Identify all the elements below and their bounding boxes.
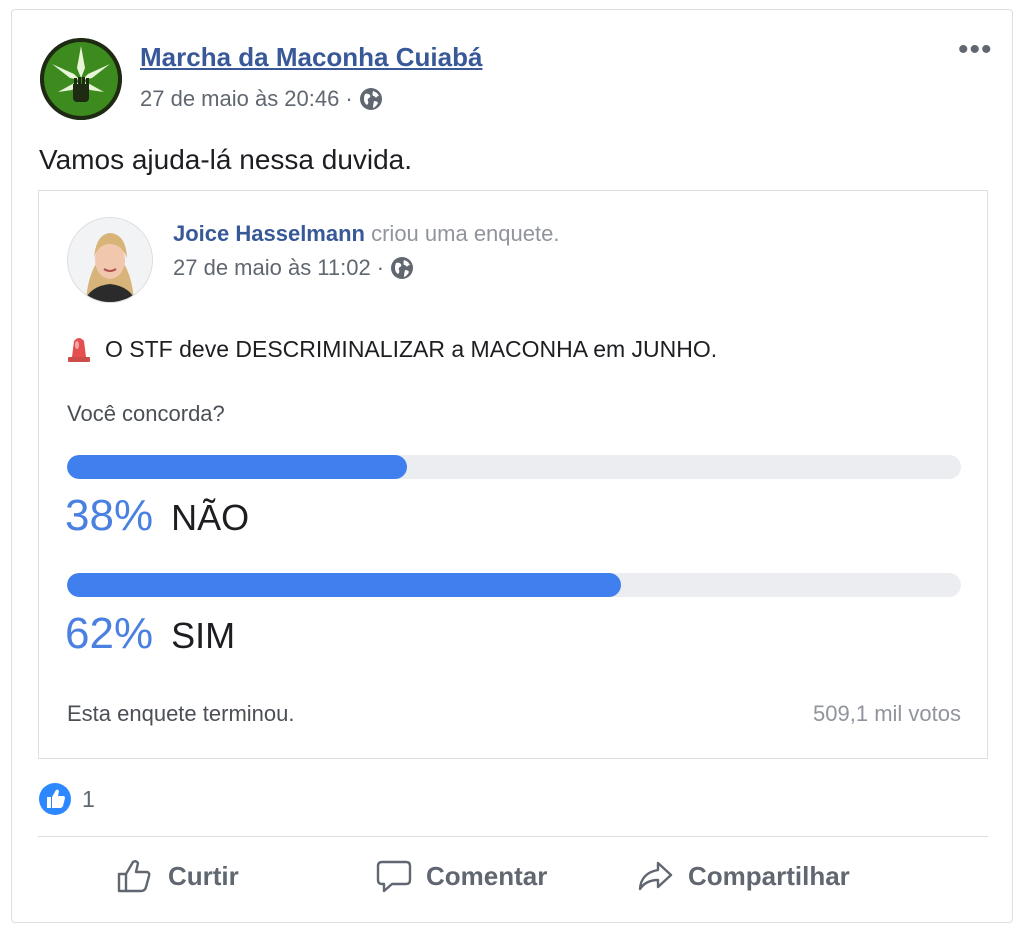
author-avatar[interactable]	[67, 217, 153, 303]
poll-author-line: Joice Hasselmann criou uma enquete.	[173, 221, 559, 247]
poll-option-nao: 38% NÃO	[65, 491, 249, 541]
poll-option-label: NÃO	[171, 497, 250, 538]
post-text: Vamos ajuda-lá nessa duvida.	[39, 144, 413, 175]
share-button-label: Compartilhar	[688, 860, 850, 891]
share-arrow-icon	[638, 861, 673, 891]
poll-timestamp[interactable]: 27 de maio às 11:02	[173, 255, 371, 281]
share-button[interactable]: Compartilhar	[636, 858, 850, 894]
comment-button-label: Comentar	[426, 860, 548, 891]
poll-option-percent: 38%	[65, 491, 154, 540]
post-timestamp[interactable]: 27 de maio às 20:46	[140, 86, 339, 112]
comment-bubble-icon	[376, 860, 412, 893]
page-name-link[interactable]: Marcha da Maconha Cuiabá	[140, 42, 482, 73]
comment-button[interactable]: Comentar	[376, 858, 547, 894]
poll-question: Você concorda?	[67, 401, 225, 426]
poll-status: Esta enquete terminou.	[67, 701, 295, 726]
poll-option-bar-sim	[67, 573, 961, 597]
author-photo-icon	[68, 218, 152, 302]
poll-option-bar-nao	[67, 455, 961, 479]
poll-meta-separator: ·	[376, 255, 385, 280]
poll-option-fill	[67, 573, 622, 597]
poll-statement: O STF deve DESCRIMINALIZAR a MACONHA em …	[65, 333, 717, 365]
poll-option-sim: 62% SIM	[65, 609, 235, 659]
poll-vote-count[interactable]: 509,1 mil votos	[813, 701, 961, 727]
red-siren-icon	[68, 338, 90, 362]
shared-poll-card[interactable]: Joice Hasselmann criou uma enquete. 27 d…	[38, 190, 988, 759]
poll-option-fill	[67, 455, 407, 479]
poll-meta: 27 de maio às 11:02 ·	[173, 255, 414, 281]
post-meta: 27 de maio às 20:46 ·	[140, 86, 383, 112]
like-button[interactable]: Curtir	[116, 858, 239, 894]
like-button-label: Curtir	[168, 860, 239, 891]
poll-author-name[interactable]: Joice Hasselmann	[173, 221, 365, 246]
more-options-button[interactable]: •••	[958, 35, 993, 65]
meta-separator: ·	[345, 86, 353, 111]
globe-icon[interactable]	[359, 87, 383, 111]
poll-statement-text: O STF deve DESCRIMINALIZAR a MACONHA em …	[105, 335, 718, 362]
actions-divider	[38, 836, 988, 837]
poll-option-label: SIM	[171, 615, 236, 656]
like-icon	[39, 783, 71, 815]
cannabis-logo-icon	[40, 38, 122, 120]
reactions-summary[interactable]: 1	[38, 782, 95, 816]
post-card: Marcha da Maconha Cuiabá 27 de maio às 2…	[11, 9, 1013, 923]
poll-option-percent: 62%	[65, 609, 154, 658]
thumbs-up-icon	[117, 860, 151, 893]
reaction-count: 1	[82, 785, 95, 812]
poll-author-action: criou uma enquete.	[371, 221, 560, 246]
page-avatar[interactable]	[40, 38, 122, 120]
globe-icon[interactable]	[390, 256, 414, 280]
